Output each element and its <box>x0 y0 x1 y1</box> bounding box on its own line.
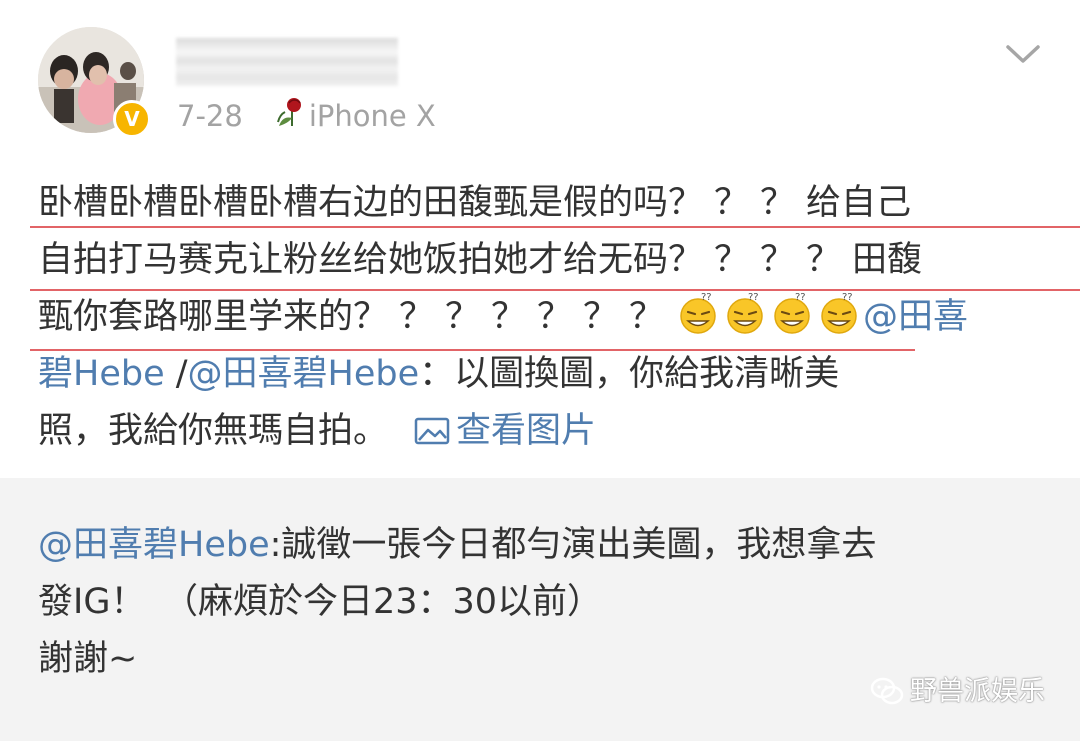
post-date: 7-28 <box>177 99 243 133</box>
mention-link[interactable]: @田喜碧Hebe <box>38 525 270 565</box>
blurred-username[interactable] <box>176 38 398 86</box>
svg-text:??: ?? <box>701 292 712 303</box>
post-line-1: 卧槽卧槽卧槽卧槽右边的田馥甄是假的吗？？？给自己 <box>38 183 912 223</box>
sweat-smile-emoji-icon: ?? <box>769 290 816 334</box>
annotation-underline <box>30 289 1080 291</box>
svg-text:??: ?? <box>795 292 806 303</box>
post-line-4: 碧Hebe /@田喜碧Hebe：以圖換圖，你給我清晰美 <box>38 354 840 394</box>
post-line-2: 自拍打马赛克让粉丝给她饭拍她才给无码？？？？田馥 <box>38 240 923 280</box>
mention-link[interactable]: 碧Hebe <box>38 354 165 394</box>
wechat-icon <box>870 677 904 705</box>
device-name: iPhone X <box>308 99 436 133</box>
view-image-link[interactable]: 查看图片 <box>414 411 596 451</box>
svg-text:??: ?? <box>748 292 759 303</box>
sweat-smile-emoji-icon: ?? <box>675 290 722 334</box>
svg-text:??: ?? <box>842 292 853 303</box>
repost-line-2: 發IG！ （麻煩於今日23：30以前） <box>38 582 603 622</box>
post-line-3: 甄你套路哪里学来的？？？？？？？???????? @田喜 <box>38 292 969 337</box>
rose-icon <box>273 96 307 140</box>
post-body: 卧槽卧槽卧槽卧槽右边的田馥甄是假的吗？？？给自己 自拍打马赛克让粉丝给她饭拍她才… <box>38 175 1058 460</box>
sweat-smile-emoji-icon: ?? <box>816 290 863 334</box>
chevron-down-icon[interactable] <box>1003 40 1043 68</box>
verified-badge-icon: V <box>113 100 151 138</box>
mention-link[interactable]: @田喜 <box>863 297 968 337</box>
post-meta: 7-28 iPhone X <box>177 96 436 136</box>
repost-card[interactable]: @田喜碧Hebe:誠徵一張今日都勻演出美圖，我想拿去 發IG！ （麻煩於今日23… <box>0 478 1080 741</box>
repost-body: @田喜碧Hebe:誠徵一張今日都勻演出美圖，我想拿去 發IG！ （麻煩於今日23… <box>38 517 1058 688</box>
emoji-row: ???????? <box>675 292 863 337</box>
annotation-underline <box>30 349 915 351</box>
sweat-smile-emoji-icon: ?? <box>722 290 769 334</box>
mention-link[interactable]: @田喜碧Hebe <box>188 354 420 394</box>
repost-line-1: @田喜碧Hebe:誠徵一張今日都勻演出美圖，我想拿去 <box>38 525 877 565</box>
image-icon <box>414 417 450 445</box>
post-line-5: 照，我給你無瑪自拍。 查看图片 <box>38 411 597 451</box>
annotation-underline <box>30 226 1080 228</box>
watermark: 野兽派娱乐 <box>870 674 1045 710</box>
